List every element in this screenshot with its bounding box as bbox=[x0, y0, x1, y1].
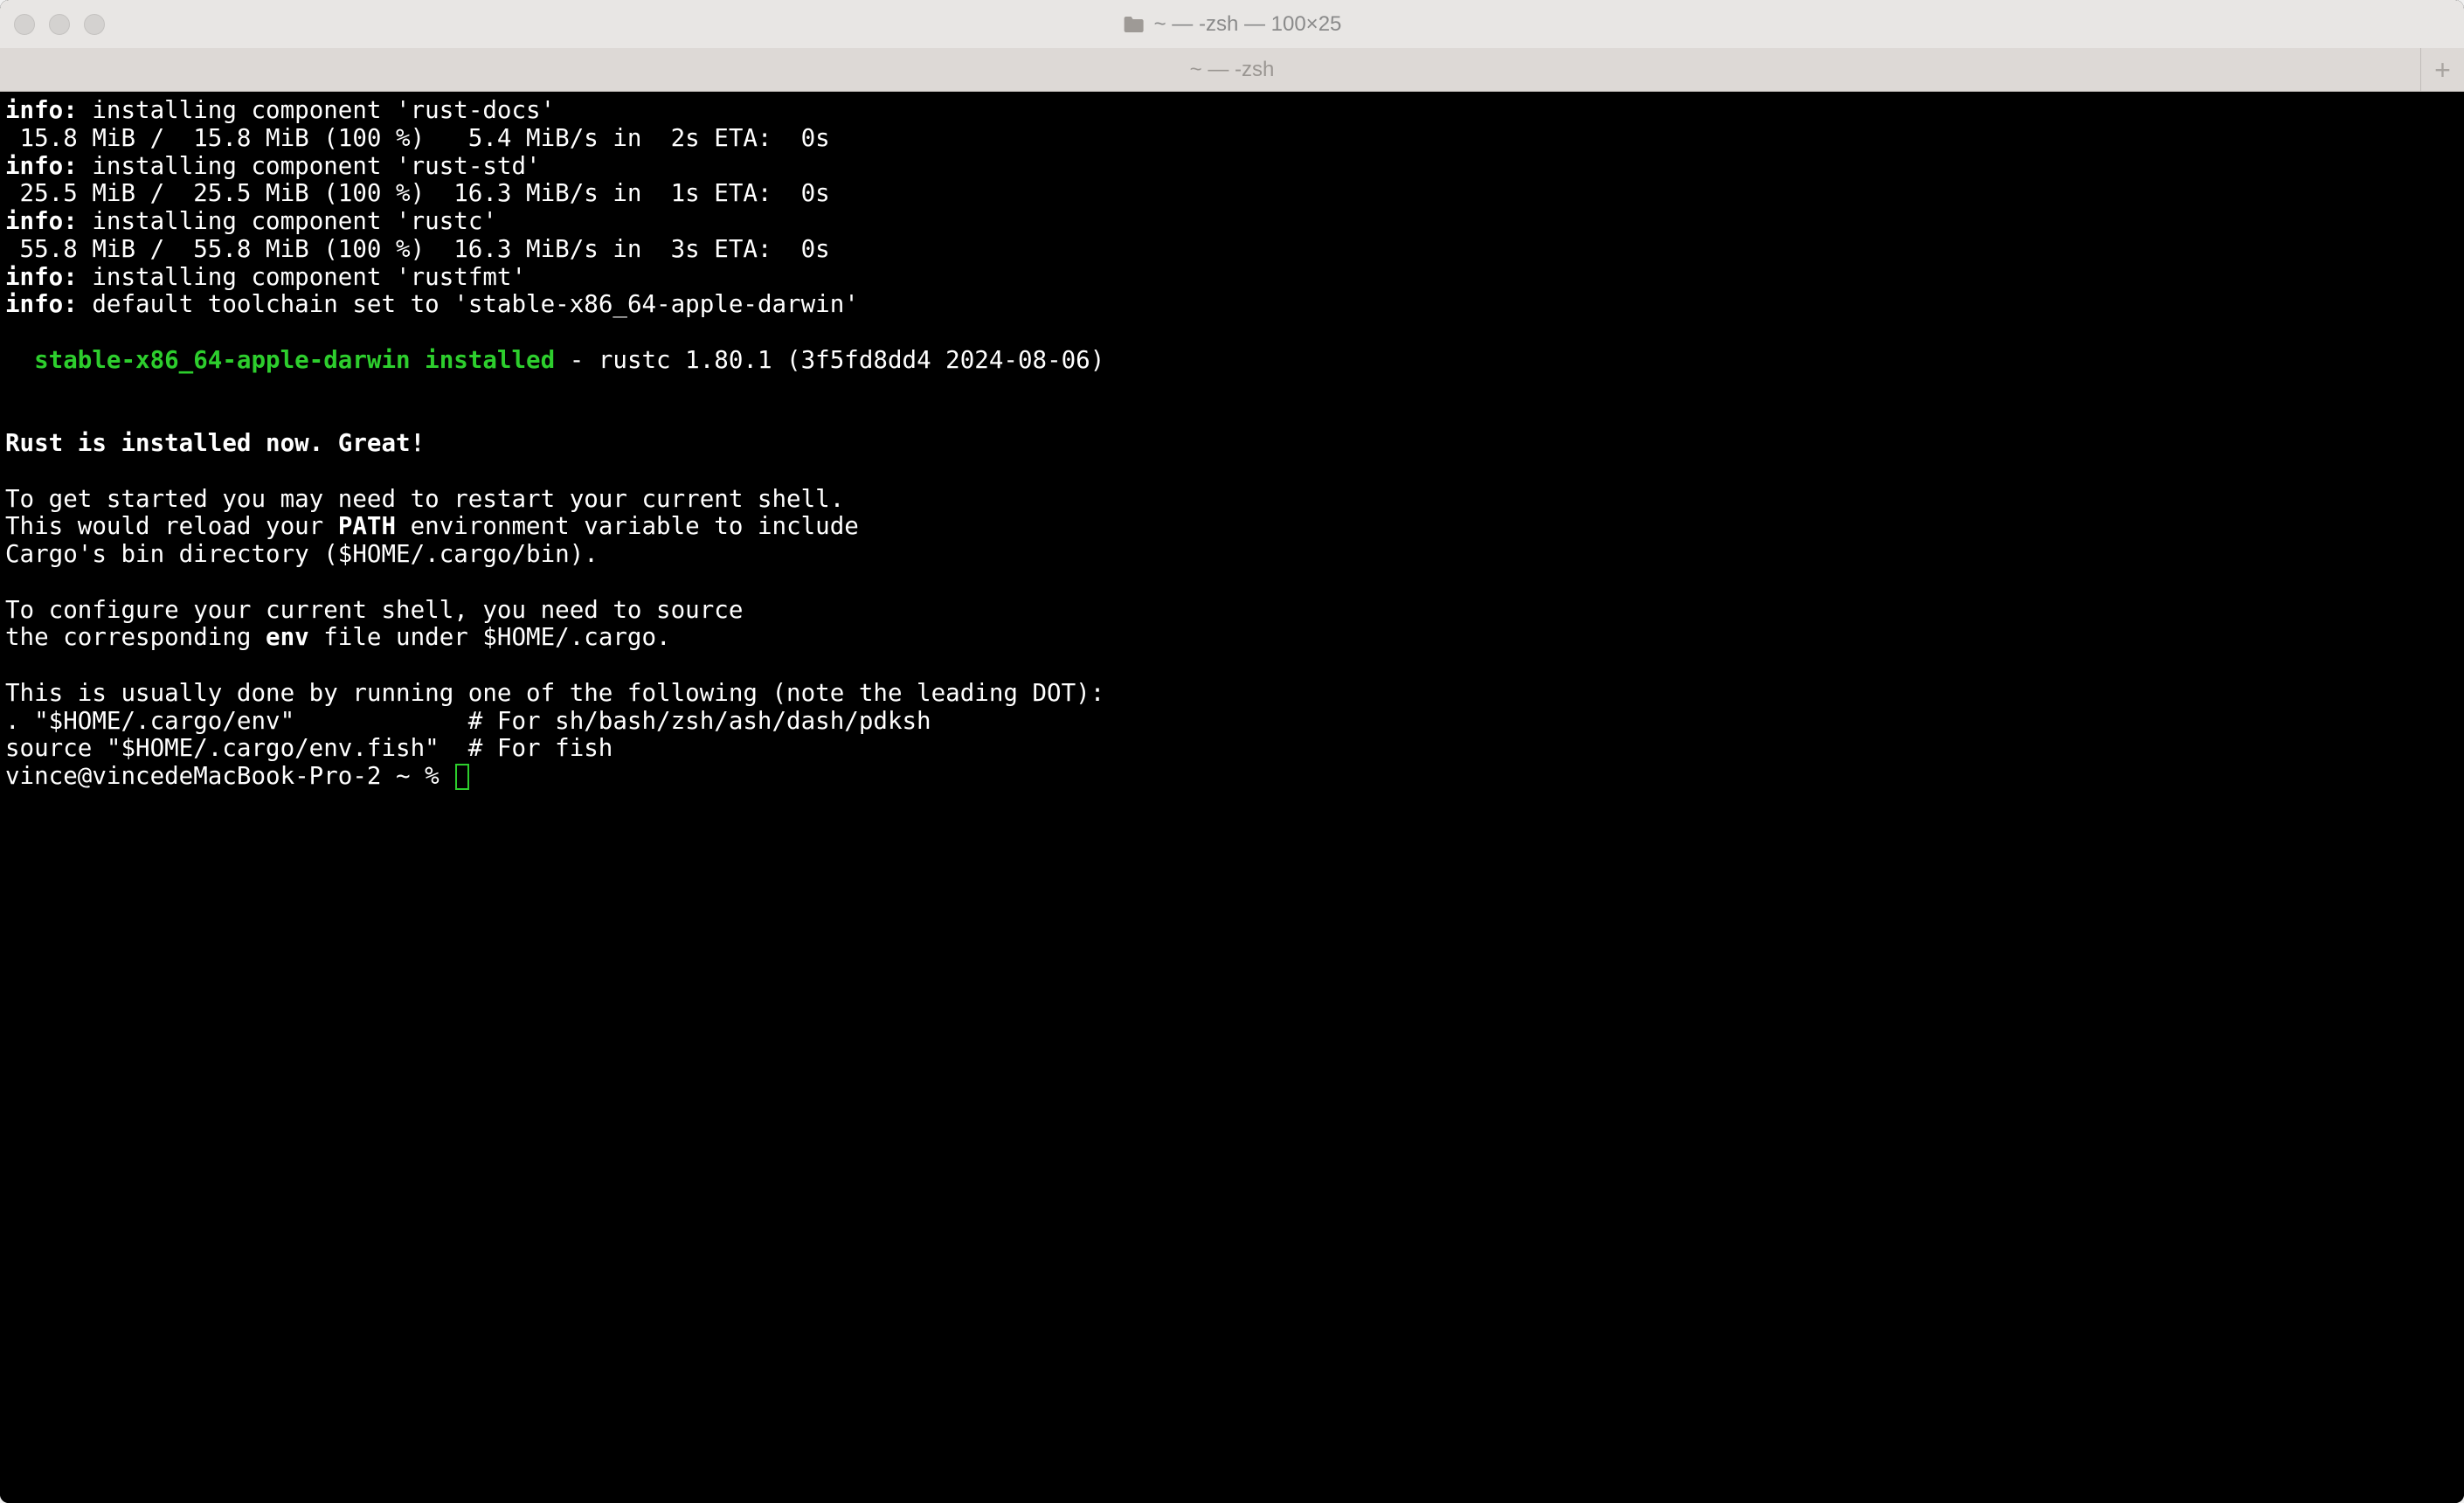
plus-icon: + bbox=[2434, 54, 2451, 87]
terminal-line bbox=[5, 375, 2459, 403]
window-title: ~ — -zsh — 100×25 bbox=[1123, 12, 1342, 37]
tab-label: ~ — -zsh bbox=[1190, 58, 1275, 81]
shell-prompt: vince@vincedeMacBook-Pro-2 ~ % bbox=[5, 762, 453, 790]
cursor-block bbox=[455, 764, 469, 790]
terminal-line bbox=[5, 652, 2459, 680]
terminal-line: info: default toolchain set to 'stable-x… bbox=[5, 291, 2459, 319]
terminal-line: 55.8 MiB / 55.8 MiB (100 %) 16.3 MiB/s i… bbox=[5, 236, 2459, 264]
terminal-text-segment: stable-x86_64-apple-darwin installed bbox=[5, 346, 555, 374]
terminal-text-segment: env bbox=[266, 623, 309, 651]
terminal-text-segment: 15.8 MiB / 15.8 MiB (100 %) 5.4 MiB/s in… bbox=[5, 124, 830, 152]
terminal-line: source "$HOME/.cargo/env.fish" # For fis… bbox=[5, 735, 2459, 763]
close-button[interactable] bbox=[14, 14, 35, 35]
terminal-text-segment: To get started you may need to restart y… bbox=[5, 485, 844, 513]
terminal-text-segment: 25.5 MiB / 25.5 MiB (100 %) 16.3 MiB/s i… bbox=[5, 179, 830, 207]
minimize-button[interactable] bbox=[49, 14, 70, 35]
terminal-line bbox=[5, 569, 2459, 597]
terminal-line: 25.5 MiB / 25.5 MiB (100 %) 16.3 MiB/s i… bbox=[5, 180, 2459, 208]
terminal-line: This would reload your PATH environment … bbox=[5, 513, 2459, 541]
terminal-text-segment: info: bbox=[5, 290, 78, 318]
new-tab-button[interactable]: + bbox=[2420, 48, 2464, 92]
tabbar: ~ — -zsh + bbox=[0, 48, 2464, 92]
terminal-line: 15.8 MiB / 15.8 MiB (100 %) 5.4 MiB/s in… bbox=[5, 125, 2459, 153]
terminal-line: info: installing component 'rust-docs' bbox=[5, 97, 2459, 125]
zoom-button[interactable] bbox=[84, 14, 105, 35]
terminal-text-segment: 55.8 MiB / 55.8 MiB (100 %) 16.3 MiB/s i… bbox=[5, 235, 830, 263]
terminal-text-segment: installing component 'rust-docs' bbox=[78, 96, 555, 124]
terminal-prompt-line[interactable]: vince@vincedeMacBook-Pro-2 ~ % bbox=[5, 763, 2459, 791]
terminal-text-segment: info: bbox=[5, 96, 78, 124]
terminal-text-segment: environment variable to include bbox=[396, 512, 859, 540]
terminal-line: Cargo's bin directory ($HOME/.cargo/bin)… bbox=[5, 541, 2459, 569]
terminal-line bbox=[5, 319, 2459, 347]
terminal-text-segment: PATH bbox=[338, 512, 396, 540]
terminal-line: info: installing component 'rustc' bbox=[5, 208, 2459, 236]
terminal-line: This is usually done by running one of t… bbox=[5, 680, 2459, 708]
tab-active[interactable]: ~ — -zsh bbox=[1190, 58, 1275, 82]
terminal-text-segment: installing component 'rustfmt' bbox=[78, 263, 526, 291]
terminal-line: Rust is installed now. Great! bbox=[5, 430, 2459, 458]
terminal-line bbox=[5, 402, 2459, 430]
terminal-text-segment: installing component 'rust-std' bbox=[78, 152, 541, 180]
terminal-line: info: installing component 'rust-std' bbox=[5, 153, 2459, 181]
terminal-line: . "$HOME/.cargo/env" # For sh/bash/zsh/a… bbox=[5, 708, 2459, 736]
terminal-line: the corresponding env file under $HOME/.… bbox=[5, 624, 2459, 652]
terminal-output-area[interactable]: info: installing component 'rust-docs' 1… bbox=[0, 92, 2464, 1503]
terminal-text-segment: info: bbox=[5, 207, 78, 235]
terminal-text-segment: Cargo's bin directory ($HOME/.cargo/bin)… bbox=[5, 540, 599, 568]
terminal-line: info: installing component 'rustfmt' bbox=[5, 264, 2459, 292]
terminal-line bbox=[5, 458, 2459, 486]
terminal-text-segment: source "$HOME/.cargo/env.fish" # For fis… bbox=[5, 734, 613, 762]
terminal-text-segment: installing component 'rustc' bbox=[78, 207, 497, 235]
traffic-lights bbox=[14, 14, 105, 35]
terminal-text-segment: This is usually done by running one of t… bbox=[5, 679, 1104, 707]
terminal-text-segment: info: bbox=[5, 152, 78, 180]
terminal-window: ~ — -zsh — 100×25 ~ — -zsh + info: insta… bbox=[0, 0, 2464, 1503]
terminal-text-segment: the corresponding bbox=[5, 623, 266, 651]
window-title-text: ~ — -zsh — 100×25 bbox=[1154, 12, 1342, 37]
terminal-text-segment: default toolchain set to 'stable-x86_64-… bbox=[78, 290, 859, 318]
terminal-line: To configure your current shell, you nee… bbox=[5, 597, 2459, 625]
terminal-text-segment: - rustc 1.80.1 (3f5fd8dd4 2024-08-06) bbox=[555, 346, 1104, 374]
terminal-line: stable-x86_64-apple-darwin installed - r… bbox=[5, 347, 2459, 375]
folder-icon bbox=[1123, 15, 1145, 34]
terminal-text-segment: To configure your current shell, you nee… bbox=[5, 596, 743, 624]
terminal-text-segment: file under $HOME/.cargo. bbox=[309, 623, 671, 651]
terminal-text-segment: Rust is installed now. Great! bbox=[5, 429, 425, 457]
terminal-text-segment: . "$HOME/.cargo/env" # For sh/bash/zsh/a… bbox=[5, 707, 931, 735]
terminal-line: To get started you may need to restart y… bbox=[5, 486, 2459, 514]
terminal-text-segment: info: bbox=[5, 263, 78, 291]
terminal-text-segment: This would reload your bbox=[5, 512, 338, 540]
titlebar[interactable]: ~ — -zsh — 100×25 bbox=[0, 0, 2464, 48]
